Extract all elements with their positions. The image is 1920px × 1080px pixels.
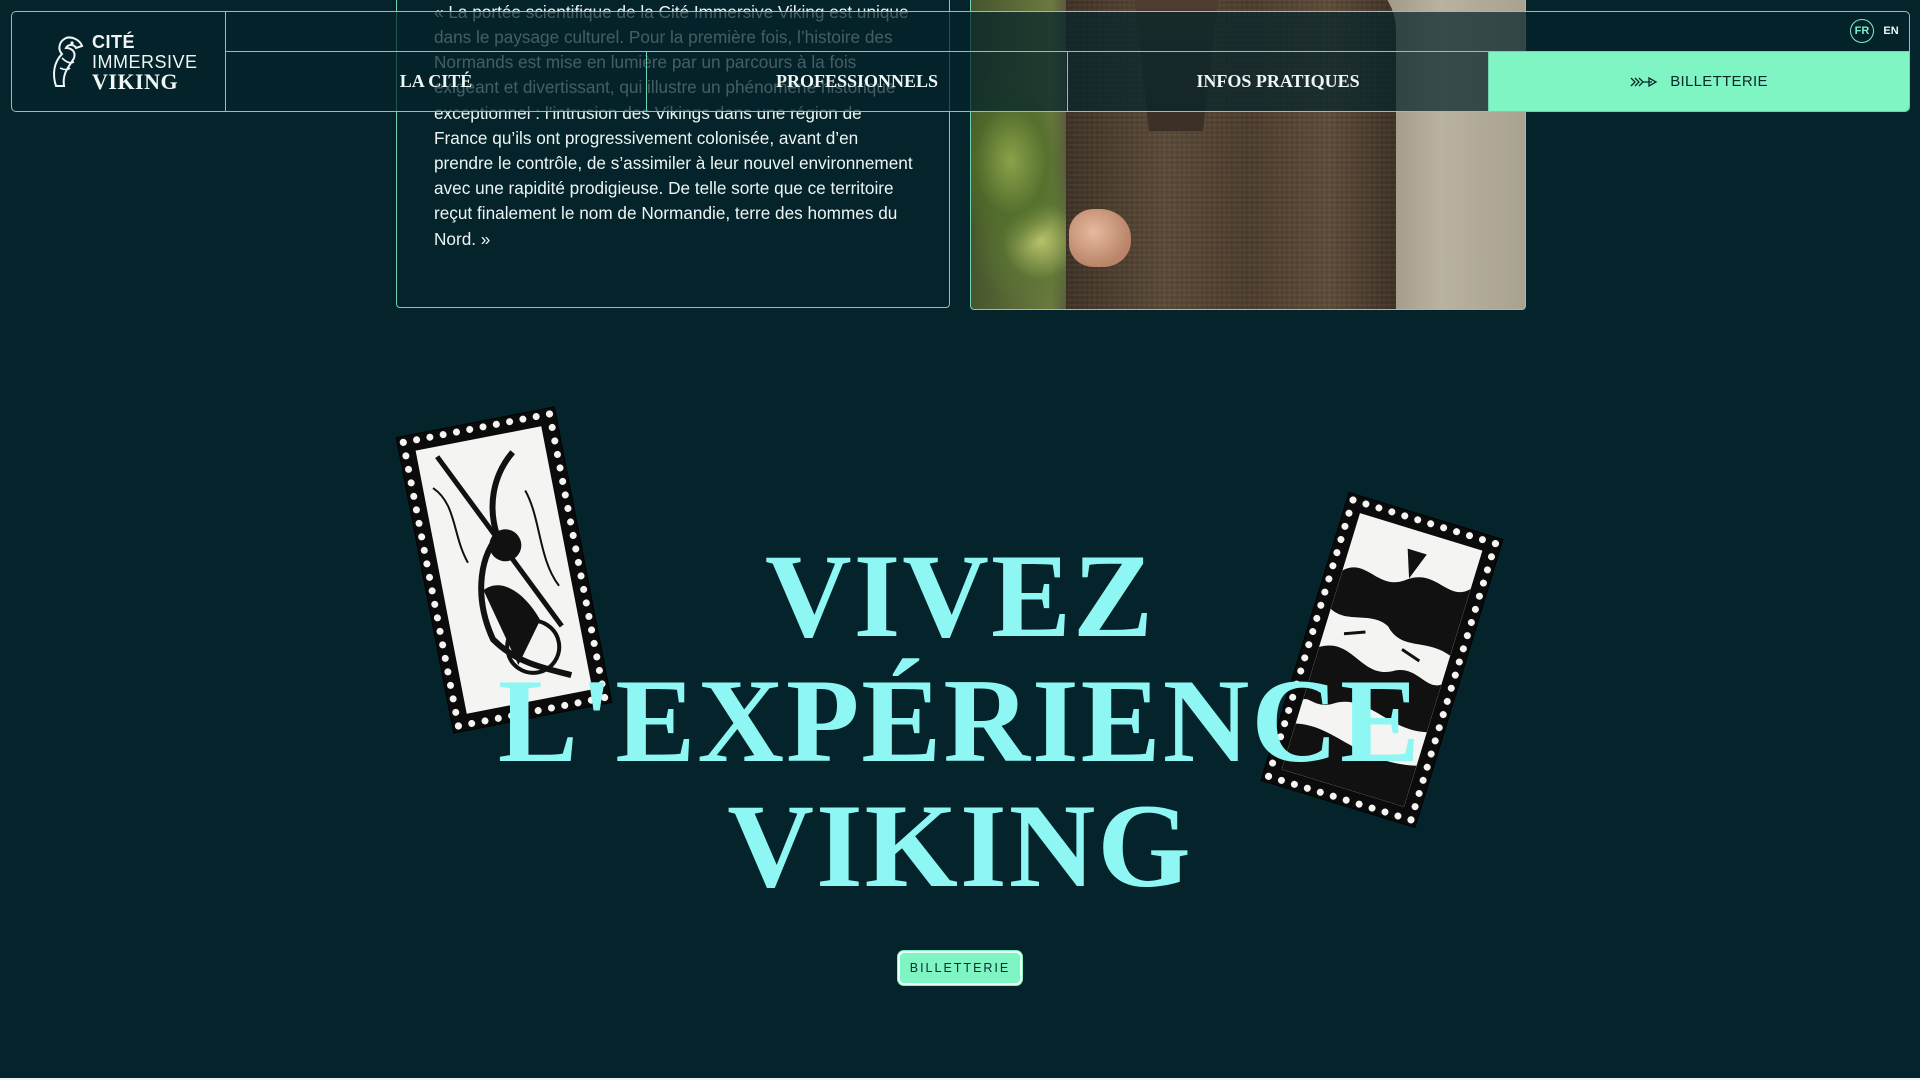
dragon-head-icon [53,36,84,87]
hero-billetterie-button[interactable]: BILLETTERIE [898,951,1022,985]
nav-infos-pratiques[interactable]: INFOS PRATIQUES [1068,52,1489,111]
site-header: CITÉ IMMERSIVE VIKING FR EN LA CITÉ PROF… [11,11,1910,112]
arrow-right-icon [1630,76,1658,87]
nav-professionnels[interactable]: PROFESSIONNELS [647,52,1068,111]
logo-line-1: CITÉ [92,31,136,52]
language-bar: FR EN [226,12,1909,52]
nav-billetterie-button[interactable]: BILLETTERIE [1489,52,1909,111]
nav-billetterie-label: BILLETTERIE [1670,73,1768,90]
logo-wordmark: CITÉ IMMERSIVE VIKING [92,31,198,94]
site-logo[interactable]: CITÉ IMMERSIVE VIKING [12,12,226,111]
hero-title-line-2: L'EXPÉRIENCE [497,654,1423,787]
portrait-hand [1069,209,1131,267]
language-fr[interactable]: FR [1850,19,1874,43]
hero-title-line-3: VIKING [727,779,1193,912]
logo-line-3: VIKING [92,68,179,94]
hero-title-line-1: VIVEZ [764,529,1156,662]
nav-la-cite[interactable]: LA CITÉ [226,52,647,111]
main-nav: LA CITÉ PROFESSIONNELS INFOS PRATIQUES B… [226,52,1909,111]
language-en[interactable]: EN [1879,19,1903,43]
